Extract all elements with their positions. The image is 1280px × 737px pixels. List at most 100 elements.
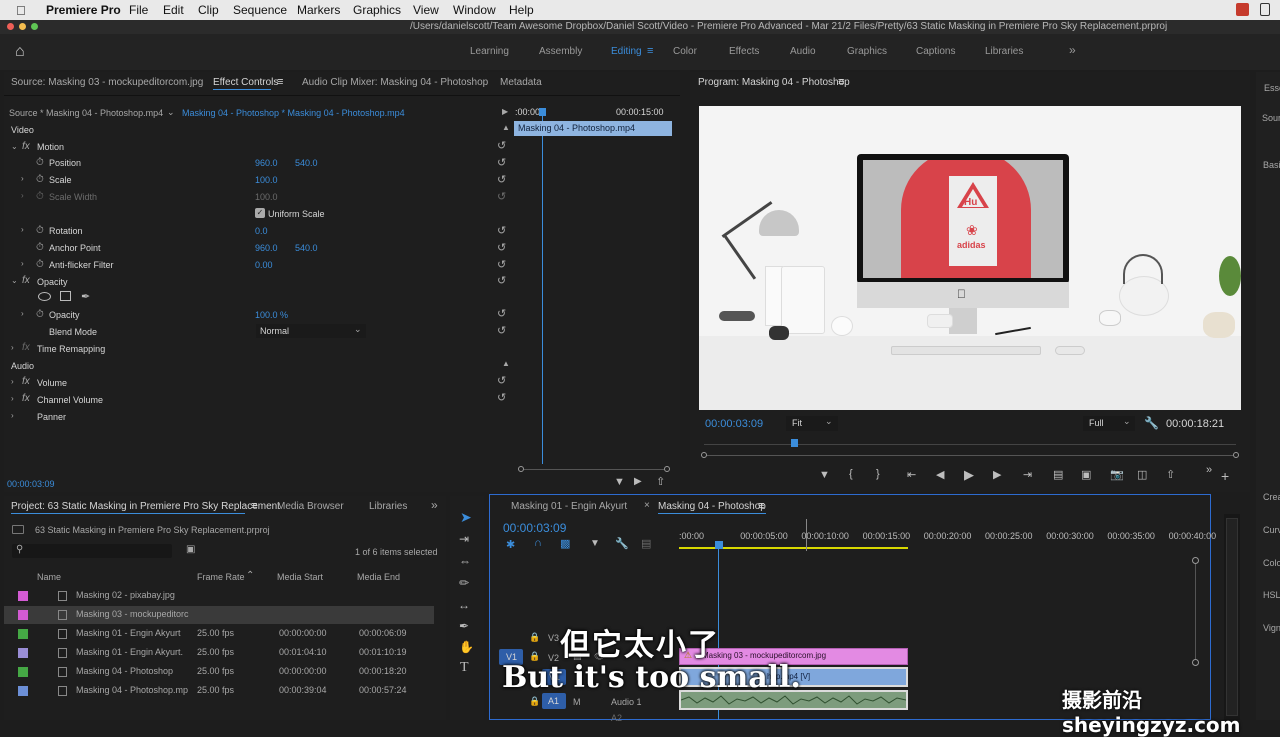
chevron-down-icon[interactable]: ⌄ bbox=[167, 107, 175, 118]
lumetri-tab-label[interactable]: Esse bbox=[1264, 83, 1280, 93]
motion-expand-icon[interactable]: ⌄ bbox=[11, 142, 18, 151]
red-menubar-icon[interactable] bbox=[1236, 3, 1249, 16]
step-back-icon[interactable]: ◀ bbox=[936, 468, 944, 481]
stopwatch-icon[interactable]: ⏱ bbox=[36, 259, 44, 270]
effect-opacity[interactable]: Opacity bbox=[37, 277, 68, 287]
sort-ascending-icon[interactable]: ⌃ bbox=[246, 570, 254, 581]
home-icon[interactable]: ⌂ bbox=[15, 43, 25, 61]
stopwatch-icon[interactable]: ⏱ bbox=[36, 157, 44, 168]
workspace-captions[interactable]: Captions bbox=[916, 46, 955, 57]
maximize-window-icon[interactable] bbox=[31, 23, 38, 30]
fx-badge-icon[interactable]: fx bbox=[22, 393, 30, 404]
captions-toggle-icon[interactable]: ▤ bbox=[641, 537, 651, 550]
menubar-extra-icon[interactable] bbox=[1260, 3, 1270, 16]
sequence-clip-label[interactable]: Masking 04 - Photoshop * Masking 04 - Ph… bbox=[182, 108, 405, 118]
ellipse-mask-icon[interactable] bbox=[38, 292, 51, 301]
program-time-ruler[interactable] bbox=[704, 444, 1236, 445]
project-item-row[interactable]: Masking 04 - Photoshop.mp 25.00 fps 00:00:… bbox=[4, 682, 434, 700]
pen-mask-icon[interactable]: ✒ bbox=[81, 290, 90, 303]
playback-resolution-select[interactable]: Full ⌄ bbox=[1083, 416, 1135, 431]
scroll-up-icon[interactable]: ▲ bbox=[502, 123, 510, 132]
reset-icon[interactable]: ↺ bbox=[497, 374, 506, 387]
export-icon[interactable]: ⇧ bbox=[656, 475, 665, 488]
extract-icon[interactable]: ▣ bbox=[1081, 468, 1091, 481]
tab-media-browser[interactable]: Media Browser bbox=[277, 501, 344, 512]
expand-chevron-icon[interactable]: › bbox=[21, 259, 24, 268]
lock-track-icon[interactable]: 🔒 bbox=[529, 696, 540, 707]
new-bin-from-search-icon[interactable]: ▣ bbox=[186, 544, 195, 555]
reset-icon[interactable]: ↺ bbox=[497, 173, 506, 186]
program-playhead[interactable] bbox=[791, 439, 798, 447]
timeline-vertical-scroll-handle[interactable] bbox=[1192, 659, 1199, 666]
expand-chevron-icon[interactable]: › bbox=[21, 309, 24, 318]
label-color-swatch[interactable] bbox=[18, 591, 28, 601]
minimize-window-icon[interactable] bbox=[19, 23, 26, 30]
workspace-learning[interactable]: Learning bbox=[470, 46, 509, 57]
apple-icon[interactable]:  bbox=[16, 3, 26, 18]
reset-icon[interactable]: ↺ bbox=[497, 324, 506, 337]
timeline-timecode[interactable]: 00:00:03:09 bbox=[503, 521, 566, 535]
menu-help[interactable]: Help bbox=[509, 3, 534, 17]
project-item-row[interactable]: Masking 04 - Photoshop 25.00 fps 00:00:00:… bbox=[4, 663, 434, 681]
project-item-row[interactable]: Masking 01 - Engin Akyurt 25.00 fps 00:00:… bbox=[4, 625, 434, 643]
reset-icon[interactable]: ↺ bbox=[497, 307, 506, 320]
stopwatch-icon[interactable]: ⏱ bbox=[36, 174, 44, 185]
lumetri-curves-label[interactable]: Curv bbox=[1263, 525, 1280, 535]
effect-panner[interactable]: Panner bbox=[37, 412, 66, 422]
menu-sequence[interactable]: Sequence bbox=[233, 3, 287, 17]
lumetri-hsl-label[interactable]: HSL bbox=[1263, 590, 1280, 600]
column-frame-rate[interactable]: Frame Rate bbox=[197, 572, 245, 582]
lumetri-basic-label[interactable]: Basi bbox=[1263, 160, 1280, 170]
label-color-swatch[interactable] bbox=[18, 667, 28, 677]
menu-clip[interactable]: Clip bbox=[198, 3, 219, 17]
selection-tool-icon[interactable]: ➤ bbox=[460, 509, 472, 526]
reset-icon[interactable]: ↺ bbox=[497, 139, 506, 152]
expand-chevron-icon[interactable]: › bbox=[11, 377, 14, 386]
tab-audio-clip-mixer[interactable]: Audio Clip Mixer: Masking 04 - Photoshop bbox=[302, 77, 488, 88]
workspace-effects[interactable]: Effects bbox=[729, 46, 759, 57]
mark-in-icon[interactable]: { bbox=[849, 468, 853, 480]
track-label-v3[interactable]: V3 bbox=[548, 633, 559, 643]
ripple-edit-tool-icon[interactable]: ⇔ bbox=[459, 554, 471, 568]
filter-icon[interactable]: ▼ bbox=[614, 476, 625, 488]
type-tool-icon[interactable]: T bbox=[460, 660, 469, 676]
stopwatch-icon[interactable]: ⏱ bbox=[36, 225, 44, 236]
tab-metadata[interactable]: Metadata bbox=[500, 77, 542, 88]
play-icon[interactable]: ▶ bbox=[964, 467, 974, 483]
menu-view[interactable]: View bbox=[413, 3, 439, 17]
opacity-expand-icon[interactable]: ⌄ bbox=[11, 276, 18, 285]
fx-badge-icon[interactable]: fx bbox=[22, 376, 30, 387]
anchor-x-value[interactable]: 960.0 bbox=[255, 243, 278, 253]
hand-tool-icon[interactable]: ✋ bbox=[459, 640, 474, 654]
uniform-scale-checkbox[interactable]: ✓ bbox=[255, 208, 265, 218]
more-buttons-icon[interactable]: » bbox=[1206, 464, 1212, 476]
column-name[interactable]: Name bbox=[37, 572, 61, 582]
timeline-settings-wrench-icon[interactable]: 🔧 bbox=[615, 537, 629, 550]
column-media-start[interactable]: Media Start bbox=[277, 572, 323, 582]
effect-controls-menu-icon[interactable]: ≡ bbox=[277, 76, 283, 88]
add-marker-icon[interactable]: ▼ bbox=[590, 538, 600, 549]
effect-channel-volume[interactable]: Channel Volume bbox=[37, 395, 103, 405]
wrench-icon[interactable]: 🔧 bbox=[1144, 416, 1159, 430]
program-video-frame[interactable]: Hu ❀ adidas  bbox=[699, 106, 1241, 410]
timeline-tab-engin[interactable]: Masking 01 - Engin Akyurt bbox=[511, 501, 627, 512]
menu-window[interactable]: Window bbox=[453, 3, 496, 17]
workspace-menu-icon[interactable]: ≡ bbox=[647, 45, 653, 57]
reset-icon[interactable]: ↺ bbox=[497, 391, 506, 404]
lumetri-color-label[interactable]: Colo bbox=[1263, 558, 1280, 568]
nest-toggle-icon[interactable]: ✱ bbox=[506, 538, 515, 551]
export-frame-icon[interactable]: 📷 bbox=[1110, 468, 1124, 481]
label-color-swatch[interactable] bbox=[18, 648, 28, 658]
track-a1-target[interactable]: A1 bbox=[542, 693, 566, 709]
lock-track-icon[interactable]: 🔒 bbox=[529, 632, 540, 643]
project-item-row[interactable]: Masking 01 - Engin Akyurt. 25.00 fps 00:01… bbox=[4, 644, 434, 662]
button-editor-icon[interactable]: + bbox=[1221, 468, 1229, 484]
timeline-playhead-handle[interactable] bbox=[715, 541, 723, 549]
ec-playhead-handle[interactable] bbox=[539, 108, 546, 116]
add-marker-icon[interactable]: ▼ bbox=[819, 469, 830, 481]
slip-tool-icon[interactable]: ↔ bbox=[458, 598, 470, 612]
snap-magnet-icon[interactable]: ∩ bbox=[534, 537, 542, 549]
stopwatch-icon[interactable]: ⏱ bbox=[36, 309, 44, 320]
program-menu-icon[interactable]: ≡ bbox=[838, 76, 844, 88]
play-audio-icon[interactable]: ▶ bbox=[634, 476, 642, 487]
